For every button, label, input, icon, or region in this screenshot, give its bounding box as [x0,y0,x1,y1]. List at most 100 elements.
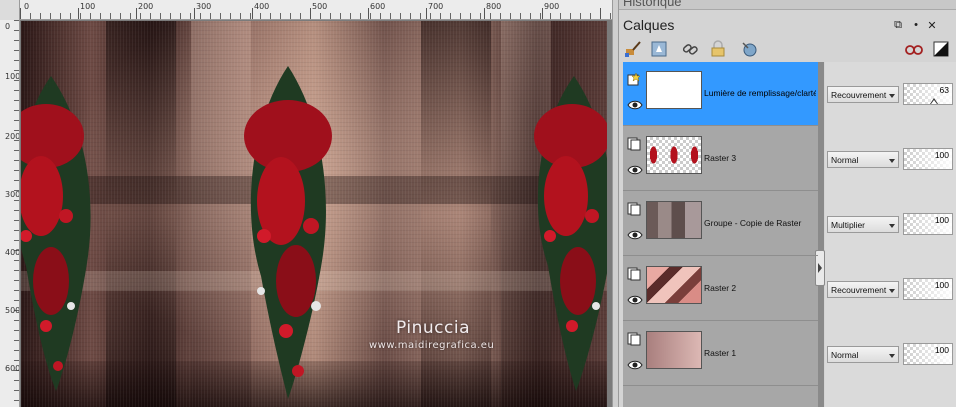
opacity-value: 63 [939,85,949,95]
image-canvas[interactable]: Pinuccia www.maidiregrafica.eu [21,21,607,407]
pin-icon[interactable]: • [909,19,923,31]
link-icon[interactable] [681,40,699,58]
raster-layer-icon[interactable] [627,137,641,151]
raster-layer-icon[interactable] [627,202,641,216]
panel-splitter[interactable] [612,0,619,407]
glasses-icon[interactable] [904,40,923,58]
opacity-value: 100 [934,280,949,290]
close-icon[interactable]: ✕ [925,19,939,32]
ruler-label: 600 [370,2,386,11]
layer-properties-raster-2: Recouvrement 100 [825,257,956,321]
ruler-label: 0 [24,2,30,11]
canvas-area: 0 100 200 300 400 500 600 700 800 900 0 … [0,0,612,407]
chevron-down-icon [889,224,895,228]
layer-row-groupe-copie[interactable]: Groupe - Copie de Raster [623,192,818,256]
ruler-corner [0,0,20,20]
layer-thumbnail [646,201,702,239]
float-palette-icon[interactable]: ⧉ [891,19,905,32]
layers-palette: Historique Calques ⧉ • ✕ Lumière de remp… [619,0,956,407]
mask-icon[interactable] [650,40,668,58]
opacity-slider[interactable]: 100 [903,278,953,300]
ruler-vertical: 0 100 200 300 400 500 600 [0,20,20,407]
layer-properties-lumiere: Recouvrement 63 [825,62,956,126]
history-palette-header[interactable]: Historique [619,0,956,10]
watermark-url: www.maidiregrafica.eu [369,340,495,351]
blend-mode-select[interactable]: Normal [827,151,899,168]
ruler-label: 0 [5,22,11,31]
chevron-down-icon [889,159,895,163]
adjust-icon[interactable] [740,40,758,58]
ruler-label: 600 [5,364,20,373]
layers-palette-title: Calques [623,17,675,33]
layer-row-raster-1[interactable]: Raster 1 [623,322,818,386]
layer-name: Raster 3 [704,153,737,163]
ruler-label: 500 [312,2,328,11]
ruler-label: 400 [254,2,270,11]
adjustment-layer-icon[interactable] [627,72,641,86]
blend-mode-value: Recouvrement [831,285,887,295]
ruler-label: 400 [5,248,20,257]
opacity-slider[interactable]: 100 [903,213,953,235]
opacity-slider[interactable]: 100 [903,343,953,365]
ruler-label: 300 [5,190,20,199]
ruler-label: 200 [5,132,20,141]
chevron-down-icon [889,94,895,98]
app-window: 0 100 200 300 400 500 600 700 800 900 0 … [0,0,956,407]
layer-name: Groupe - Copie de Raster [704,218,802,228]
blend-mode-value: Normal [831,350,859,360]
opacity-value: 100 [934,215,949,225]
ruler-label: 500 [5,306,20,315]
history-palette-title: Historique [623,0,682,9]
opacity-marker-icon[interactable] [930,98,939,104]
lock-icon[interactable] [709,40,727,58]
layer-thumbnail [646,71,702,109]
eye-icon[interactable] [627,228,643,240]
eye-icon[interactable] [627,163,643,175]
chevron-down-icon [889,354,895,358]
layer-row-lumiere[interactable]: Lumière de remplissage/clarté [623,62,818,126]
wreath-left [21,76,91,391]
ruler-label: 800 [486,2,502,11]
ruler-label: 900 [544,2,560,11]
watermark-name: Pinuccia [396,318,470,338]
blend-mode-value: Normal [831,155,859,165]
raster-layer-icon[interactable] [627,332,641,346]
opacity-value: 100 [934,345,949,355]
layers-toolbar [619,37,956,61]
opacity-value: 100 [934,150,949,160]
ruler-horizontal: 0 100 200 300 400 500 600 700 800 900 [0,0,612,20]
layer-row-raster-3[interactable]: Raster 3 [623,127,818,191]
opacity-slider[interactable]: 100 [903,148,953,170]
ruler-label: 200 [138,2,154,11]
chevron-down-icon [889,289,895,293]
ruler-label: 100 [5,72,20,81]
eye-icon[interactable] [627,98,643,110]
layers-palette-header: Calques ⧉ • ✕ [619,11,956,37]
ruler-label: 700 [428,2,444,11]
raster-layer-icon[interactable] [627,267,641,281]
invert-icon[interactable] [932,40,950,58]
blend-mode-value: Recouvrement [831,90,887,100]
blend-mode-select[interactable]: Recouvrement [827,86,899,103]
ruler-label: 300 [196,2,212,11]
layer-properties-raster-1: Normal 100 [825,322,956,386]
layer-thumbnail [646,331,702,369]
blend-mode-select[interactable]: Multiplier [827,216,899,233]
layer-properties-groupe-copie: Multiplier 100 [825,192,956,256]
eye-icon[interactable] [627,293,643,305]
layer-thumbnail [646,136,702,174]
layer-row-raster-2[interactable]: Raster 2 [623,257,818,321]
layers-scrollbar[interactable] [818,62,824,407]
layer-properties-raster-3: Normal 100 [825,127,956,191]
wreath-right [534,76,607,391]
eye-icon[interactable] [627,358,643,370]
opacity-slider[interactable]: 63 [903,83,953,105]
blend-mode-value: Multiplier [831,220,866,230]
brush-icon[interactable] [624,40,642,58]
wreath-center [244,66,332,399]
layer-name: Lumière de remplissage/clarté [704,88,816,98]
layer-name: Raster 2 [704,283,737,293]
blend-mode-select[interactable]: Normal [827,346,899,363]
layer-thumbnail [646,266,702,304]
blend-mode-select[interactable]: Recouvrement [827,281,899,298]
